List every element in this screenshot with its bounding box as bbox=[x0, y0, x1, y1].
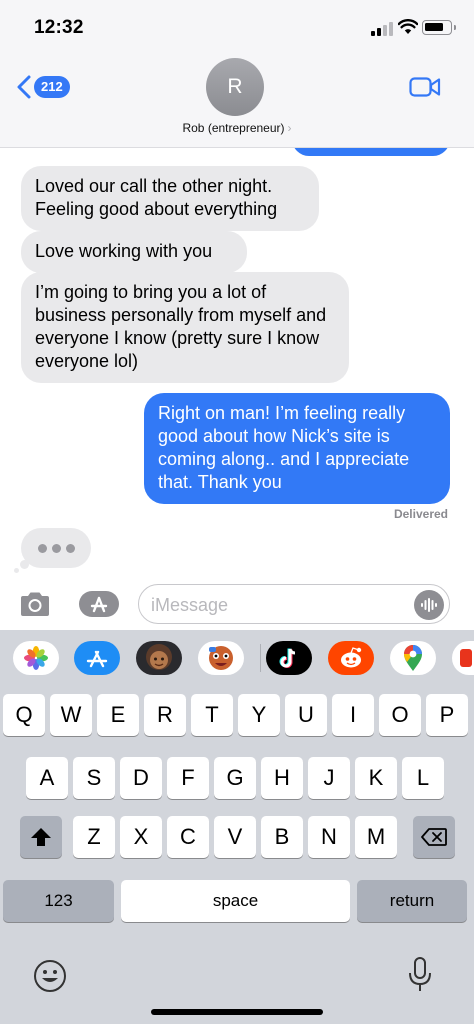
typing-indicator-tail bbox=[14, 568, 19, 573]
key-g[interactable]: G bbox=[214, 757, 256, 799]
backspace-icon bbox=[421, 828, 447, 846]
key-s[interactable]: S bbox=[73, 757, 115, 799]
unread-count-badge: 212 bbox=[34, 76, 70, 98]
facetime-video-icon[interactable] bbox=[409, 76, 441, 98]
key-b[interactable]: B bbox=[261, 816, 303, 858]
status-bar: 12:32 bbox=[0, 0, 474, 52]
numbers-key[interactable]: 123 bbox=[3, 880, 114, 922]
app-strip-divider bbox=[260, 644, 261, 672]
key-f[interactable]: F bbox=[167, 757, 209, 799]
key-h[interactable]: H bbox=[261, 757, 303, 799]
camera-icon[interactable] bbox=[18, 590, 52, 618]
tiktok-icon[interactable] bbox=[266, 641, 312, 675]
key-i[interactable]: I bbox=[332, 694, 374, 736]
key-k[interactable]: K bbox=[355, 757, 397, 799]
imessage-app-drawer bbox=[0, 630, 474, 686]
shift-arrow-icon bbox=[31, 828, 51, 846]
key-e[interactable]: E bbox=[97, 694, 139, 736]
animoji-icon[interactable] bbox=[198, 641, 244, 675]
shift-key[interactable] bbox=[20, 816, 62, 858]
app-store-icon[interactable] bbox=[74, 641, 120, 675]
memoji-icon[interactable] bbox=[136, 641, 182, 675]
key-a[interactable]: A bbox=[26, 757, 68, 799]
key-z[interactable]: Z bbox=[73, 816, 115, 858]
key-d[interactable]: D bbox=[120, 757, 162, 799]
imessage-input[interactable] bbox=[151, 593, 401, 617]
incoming-message-bubble[interactable]: I’m going to bring you a lot of business… bbox=[21, 272, 349, 383]
message-list[interactable]: Loved our call the other night. Feeling … bbox=[0, 148, 474, 576]
key-x[interactable]: X bbox=[120, 816, 162, 858]
key-v[interactable]: V bbox=[214, 816, 256, 858]
reddit-icon[interactable] bbox=[328, 641, 374, 675]
battery-icon bbox=[422, 20, 456, 35]
key-p[interactable]: P bbox=[426, 694, 468, 736]
photos-icon[interactable] bbox=[13, 641, 59, 675]
imessage-field[interactable] bbox=[138, 584, 450, 624]
audio-message-button[interactable] bbox=[414, 590, 444, 620]
typing-dot bbox=[37, 543, 47, 553]
key-o[interactable]: O bbox=[379, 694, 421, 736]
key-j[interactable]: J bbox=[308, 757, 350, 799]
typing-dot bbox=[65, 543, 75, 553]
key-n[interactable]: N bbox=[308, 816, 350, 858]
cellular-signal-icon bbox=[371, 22, 393, 36]
back-button[interactable]: 212 bbox=[16, 74, 70, 100]
typing-dot bbox=[51, 543, 61, 553]
key-w[interactable]: W bbox=[50, 694, 92, 736]
incoming-message-bubble[interactable]: Love working with you bbox=[21, 231, 247, 273]
home-indicator bbox=[151, 1009, 323, 1015]
conversation-header: 212 R Rob (entrepreneur) › bbox=[0, 52, 474, 148]
key-m[interactable]: M bbox=[355, 816, 397, 858]
key-q[interactable]: Q bbox=[3, 694, 45, 736]
outgoing-message-bubble[interactable]: Right on man! I’m feeling really good ab… bbox=[144, 393, 450, 504]
contact-name-label: Rob (entrepreneur) bbox=[182, 121, 285, 135]
return-key[interactable]: return bbox=[357, 880, 467, 922]
contact-name[interactable]: Rob (entrepreneur) › bbox=[0, 121, 474, 135]
dictation-mic-icon[interactable] bbox=[408, 956, 432, 994]
space-key[interactable]: space bbox=[121, 880, 350, 922]
typing-indicator-tail bbox=[20, 560, 29, 569]
key-t[interactable]: T bbox=[191, 694, 233, 736]
incoming-message-bubble[interactable]: Loved our call the other night. Feeling … bbox=[21, 166, 319, 231]
partial-app-icon[interactable] bbox=[452, 641, 474, 675]
key-c[interactable]: C bbox=[167, 816, 209, 858]
keyboard: QWERTYUIOP ASDFGHJKL ZXCVBNM 123 space r… bbox=[0, 686, 474, 1024]
google-maps-icon[interactable] bbox=[390, 641, 436, 675]
chevron-left-icon bbox=[17, 75, 31, 99]
wifi-icon bbox=[398, 19, 418, 34]
delivery-status: Delivered bbox=[393, 507, 448, 521]
key-l[interactable]: L bbox=[402, 757, 444, 799]
chevron-right-icon: › bbox=[287, 121, 292, 135]
app-store-apps-icon[interactable] bbox=[78, 590, 120, 618]
contact-avatar[interactable]: R bbox=[206, 58, 264, 116]
waveform-icon bbox=[421, 598, 437, 612]
key-r[interactable]: R bbox=[144, 694, 186, 736]
key-y[interactable]: Y bbox=[238, 694, 280, 736]
typing-indicator bbox=[21, 528, 91, 568]
key-u[interactable]: U bbox=[285, 694, 327, 736]
delete-key[interactable] bbox=[413, 816, 455, 858]
previous-outgoing-bubble bbox=[292, 148, 450, 156]
emoji-icon[interactable] bbox=[32, 958, 68, 994]
status-time: 12:32 bbox=[34, 17, 84, 38]
composer-bar bbox=[0, 576, 474, 630]
